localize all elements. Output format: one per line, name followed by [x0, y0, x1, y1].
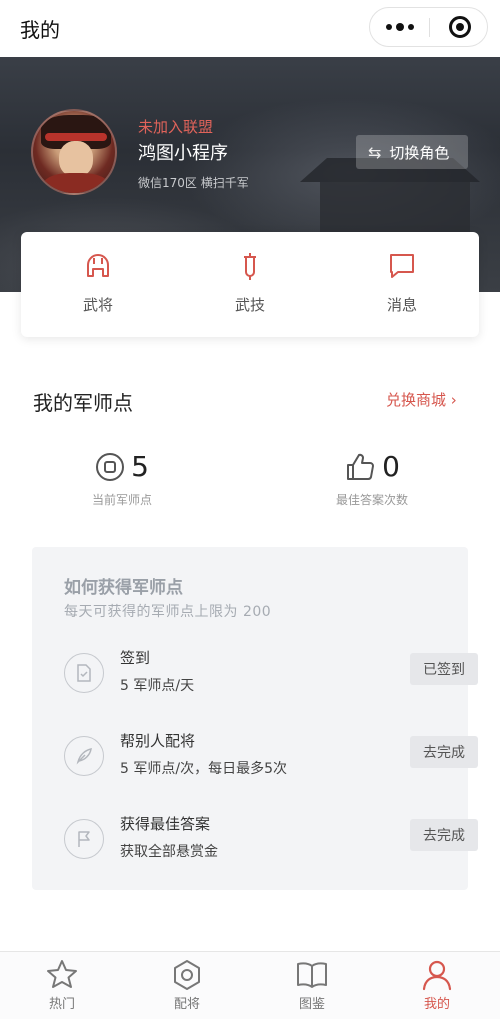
- more-menu-button[interactable]: [370, 8, 429, 46]
- switch-role-label: 切换角色: [389, 143, 450, 162]
- go-complete-button[interactable]: 去完成: [410, 736, 478, 768]
- task-help-config: 帮别人配将 5 军师点/次，每日最多5次 去完成: [64, 730, 478, 790]
- task-name: 获得最佳答案: [120, 815, 211, 833]
- tab-label: 配将: [173, 997, 200, 1012]
- mini-program-capsule: [369, 7, 488, 47]
- nickname: 鸿图小程序: [138, 143, 228, 164]
- sword-icon: [244, 253, 256, 280]
- server-info: 微信170区 横扫千军: [138, 176, 249, 190]
- points-section-title: 我的军师点: [33, 391, 133, 415]
- task-name: 签到: [120, 649, 151, 667]
- helmet-icon: [87, 254, 109, 277]
- task-best-answer: 获得最佳答案 获取全部悬赏金 去完成: [64, 813, 478, 873]
- exchange-store-link[interactable]: 兑换商城 ›: [386, 389, 457, 410]
- tab-hot[interactable]: 热门: [22, 958, 102, 1012]
- switch-role-button[interactable]: ⇆ 切换角色: [356, 135, 468, 169]
- alliance-status: 未加入联盟: [138, 118, 214, 136]
- earn-subtitle: 每天可获得的军师点上限为 200: [64, 604, 272, 620]
- coin-icon: [96, 452, 125, 481]
- book-icon: [297, 962, 327, 988]
- flag-icon: [64, 819, 104, 859]
- top-bar: 我的: [0, 0, 500, 57]
- avatar[interactable]: [31, 109, 117, 195]
- current-points-label: 当前军师点: [91, 493, 152, 507]
- earn-title: 如何获得军师点: [64, 578, 183, 598]
- chevron-right-icon: ›: [450, 391, 457, 409]
- dot-icon: [395, 23, 404, 31]
- nav-skills-label: 武技: [234, 296, 265, 314]
- best-answer-label: 最佳答案次数: [335, 493, 408, 507]
- hexagon-icon: [174, 960, 200, 990]
- current-points-stat: 5 当前军师点: [22, 450, 222, 508]
- person-icon: [422, 960, 452, 991]
- tab-config[interactable]: 配将: [147, 958, 227, 1012]
- bottom-tab-bar: 热门 配将 图鉴 我的: [0, 951, 500, 1019]
- nav-skills[interactable]: 武技: [190, 250, 310, 320]
- feather-icon: [64, 736, 104, 776]
- earn-points-panel: 如何获得军师点 每天可获得的军师点上限为 200 签到 5 军师点/天 已签到 …: [32, 547, 478, 890]
- tab-codex[interactable]: 图鉴: [272, 958, 352, 1012]
- task-checkin: 签到 5 军师点/天 已签到: [64, 647, 478, 707]
- tab-label: 热门: [48, 997, 75, 1012]
- swap-icon: ⇆: [368, 142, 382, 162]
- thumbs-up-icon: [347, 453, 375, 480]
- task-desc: 5 军师点/次，每日最多5次: [120, 761, 287, 777]
- background-building: [320, 182, 470, 232]
- best-answer-stat: 0 最佳答案次数: [272, 450, 472, 508]
- capsule-divider: [429, 18, 430, 37]
- nav-messages-label: 消息: [386, 296, 417, 314]
- star-icon: [47, 960, 77, 988]
- dot-icon: [407, 24, 414, 30]
- quick-nav-card: 武将 武技 消息: [21, 232, 479, 337]
- nav-generals-label: 武将: [82, 296, 113, 314]
- task-name: 帮别人配将: [120, 732, 196, 750]
- checkin-doc-icon: [64, 653, 104, 693]
- nav-messages[interactable]: 消息: [342, 250, 462, 320]
- page-title: 我的: [20, 18, 60, 42]
- task-desc: 5 军师点/天: [120, 678, 195, 694]
- go-complete-button[interactable]: 去完成: [410, 819, 478, 851]
- dot-icon: [385, 24, 392, 30]
- tab-label: 图鉴: [298, 997, 325, 1012]
- nav-generals[interactable]: 武将: [38, 250, 158, 320]
- current-points-value: 5: [131, 450, 149, 483]
- best-answer-value: 0: [382, 450, 400, 483]
- message-icon: [390, 254, 414, 278]
- checked-in-button[interactable]: 已签到: [410, 653, 478, 685]
- close-mini-program-button[interactable]: [449, 16, 471, 38]
- tab-label: 我的: [423, 997, 450, 1012]
- tab-mine[interactable]: 我的: [397, 958, 477, 1012]
- task-desc: 获取全部悬赏金: [120, 844, 218, 860]
